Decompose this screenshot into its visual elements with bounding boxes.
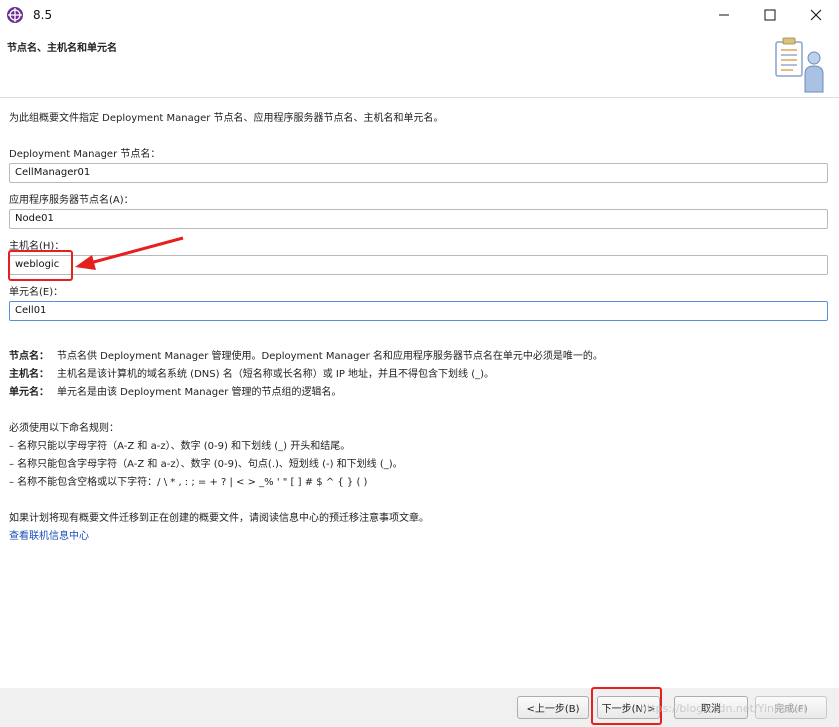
dmgr-node-name-field[interactable]: CellManager01 bbox=[9, 163, 828, 183]
rules-heading: 必须使用以下命名规则： bbox=[9, 423, 119, 434]
maximize-button[interactable] bbox=[747, 0, 793, 30]
wizard-content: 为此组概要文件指定 Deployment Manager 节点名、应用程序服务器… bbox=[0, 98, 839, 688]
definition-text: 节点名供 Deployment Manager 管理使用。Deployment … bbox=[57, 351, 603, 362]
definition-text: 单元名是由该 Deployment Manager 管理的节点组的逻辑名。 bbox=[57, 387, 342, 398]
maximize-icon bbox=[764, 9, 776, 21]
app-server-node-name-label: 应用程序服务器节点名(A)： bbox=[9, 195, 134, 206]
watermark-text: https://blog.csdn.net/Yinnewei bbox=[640, 702, 807, 715]
page-title: 节点名、主机名和单元名 bbox=[7, 43, 117, 54]
host-name-highlight-box bbox=[8, 250, 73, 281]
back-button[interactable]: <上一步(B) bbox=[517, 696, 589, 719]
dmgr-node-name-label: Deployment Manager 节点名： bbox=[9, 149, 161, 160]
rule-item: – 名称只能以字母字符（A-Z 和 a-z）、数字 (0-9) 和下划线 (_)… bbox=[9, 441, 351, 452]
minimize-button[interactable] bbox=[701, 0, 747, 30]
wizard-clipboard-person-icon bbox=[775, 37, 824, 93]
migration-note: 如果计划将现有概要文件迁移到正在创建的概要文件，请阅读信息中心的预迁移注意事项文… bbox=[9, 513, 429, 524]
minimize-icon bbox=[719, 14, 729, 16]
close-icon bbox=[810, 9, 822, 21]
definition-host-name: 主机名： 主机名是该计算机的域名系统 (DNS) 名（短名称或长名称）或 IP 地… bbox=[9, 365, 494, 380]
rule-item: – 名称只能包含字母字符（A-Z 和 a-z）、数字 (0-9)、句点(.)、短… bbox=[9, 459, 403, 470]
intro-text: 为此组概要文件指定 Deployment Manager 节点名、应用程序服务器… bbox=[9, 113, 444, 124]
info-center-link[interactable]: 查看联机信息中心 bbox=[9, 527, 89, 542]
definition-node-name: 节点名： 节点名供 Deployment Manager 管理使用。Deploym… bbox=[9, 347, 603, 362]
title-bar: 8.5 bbox=[0, 0, 839, 30]
close-button[interactable] bbox=[793, 0, 839, 30]
app-server-node-name-field[interactable]: Node01 bbox=[9, 209, 828, 229]
cell-name-field[interactable]: Cell01 bbox=[9, 301, 828, 321]
definition-cell-name: 单元名： 单元名是由该 Deployment Manager 管理的节点组的逻辑名… bbox=[9, 383, 342, 398]
definition-text: 主机名是该计算机的域名系统 (DNS) 名（短名称或长名称）或 IP 地址，并且… bbox=[57, 369, 495, 380]
wizard-header: 节点名、主机名和单元名 bbox=[0, 30, 839, 98]
cell-name-label: 单元名(E)： bbox=[9, 287, 64, 298]
definition-term: 主机名： bbox=[9, 369, 49, 380]
definition-term: 节点名： bbox=[9, 351, 49, 362]
window-title: 8.5 bbox=[33, 8, 53, 22]
host-name-field[interactable]: weblogic bbox=[9, 255, 828, 275]
definition-term: 单元名： bbox=[9, 387, 49, 398]
app-globe-icon bbox=[7, 7, 23, 23]
rule-item: – 名称不能包含空格或以下字符：/ \ * , : ; = + ? | < > … bbox=[9, 477, 368, 488]
